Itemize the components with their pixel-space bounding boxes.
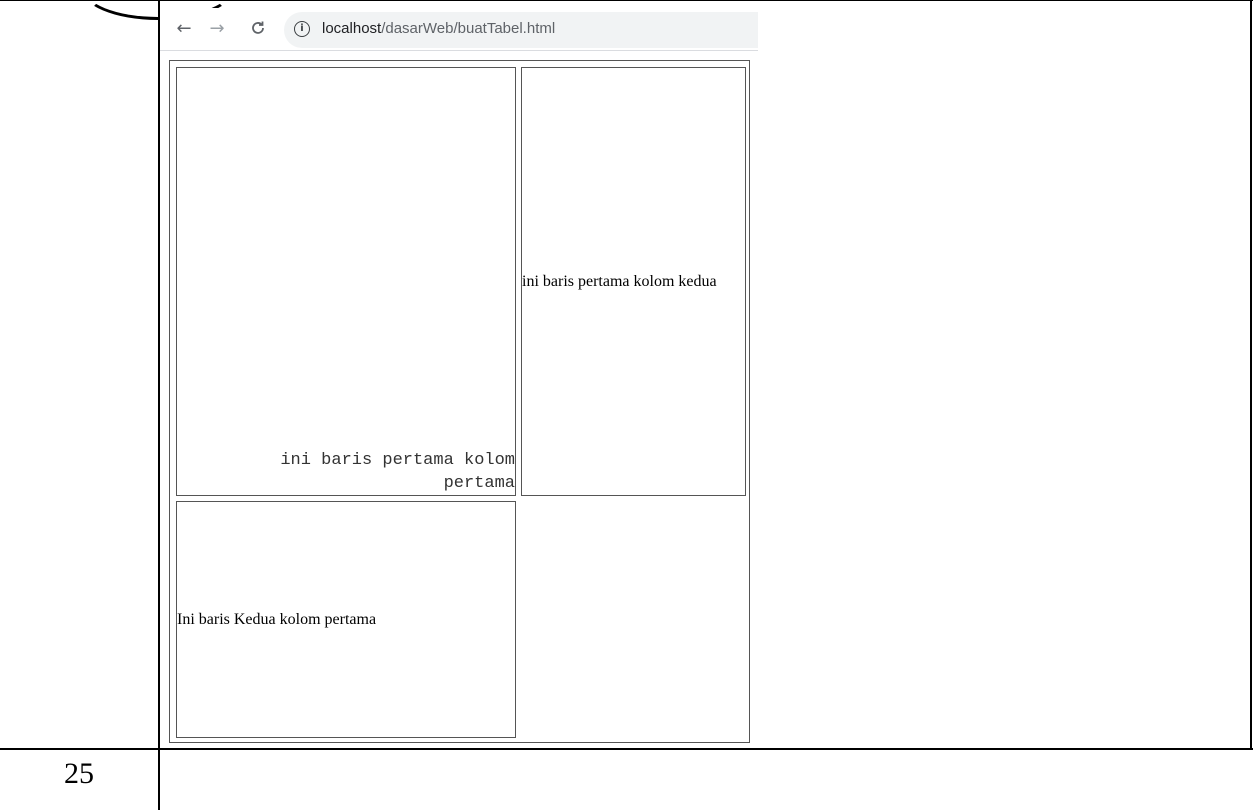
document-row-divider [0, 748, 1253, 750]
address-bar[interactable]: i localhost/dasarWeb/buatTabel.html [284, 12, 758, 48]
info-icon[interactable]: i [294, 21, 310, 37]
reload-icon[interactable] [246, 16, 270, 40]
forward-arrow-icon[interactable]: → [205, 16, 229, 40]
document-right-border [1250, 0, 1252, 750]
cell-text-row1-col2: ini baris pertama kolom kedua [522, 273, 717, 290]
reload-icon-glyph [252, 21, 264, 34]
back-arrow-icon[interactable]: ← [172, 16, 196, 40]
url-host: localhost [322, 20, 382, 37]
browser-screenshot: ← → i localhost/dasarWeb/buatTabel.html … [160, 8, 758, 748]
cell-text-row2-col1: Ini baris Kedua kolom pertama [177, 611, 377, 628]
url-text[interactable]: localhost/dasarWeb/buatTabel.html [322, 20, 555, 37]
table-cell-row1-col1: ini baris pertama kolom pertama [176, 67, 516, 496]
row-number: 25 [64, 757, 94, 790]
cell-text-row1-col1: ini baris pertama kolom pertama [280, 451, 515, 493]
url-path: /dasarWeb/buatTabel.html [381, 20, 556, 37]
table-cell-row1-col2: ini baris pertama kolom kedua [521, 67, 746, 496]
table-cell-row2-col1: Ini baris Kedua kolom pertama [176, 501, 516, 738]
html-table: ini baris pertama kolom pertama ini bari… [169, 60, 750, 743]
browser-toolbar: ← → i localhost/dasarWeb/buatTabel.html [160, 8, 758, 51]
